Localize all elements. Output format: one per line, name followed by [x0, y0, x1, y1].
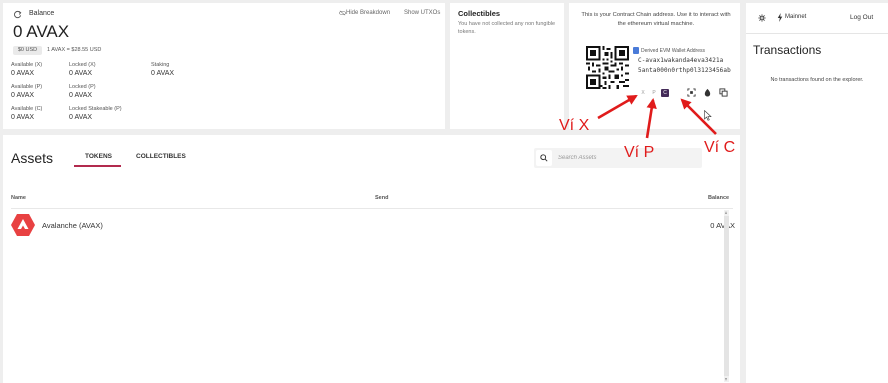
staking-label: Staking	[151, 62, 170, 68]
assets-card: Assets TOKENS COLLECTIBLES Name Send Bal…	[3, 135, 740, 383]
bolt-icon	[777, 13, 783, 22]
show-utxos-button[interactable]: Show UTXOs	[404, 10, 440, 16]
chain-c-button[interactable]: C	[661, 89, 669, 97]
locked-p-label: Locked (P)	[69, 84, 96, 90]
locked-x-value: 0 AVAX	[69, 70, 93, 77]
balance-card: Balance Hide Breakdown Show UTXOs 0 AVAX…	[3, 3, 445, 129]
chain-p-button[interactable]: P	[650, 89, 658, 97]
tab-active-indicator	[74, 165, 121, 167]
scroll-up-arrow[interactable]	[725, 211, 727, 214]
search-icon	[540, 154, 548, 162]
available-c-value: 0 AVAX	[11, 114, 35, 121]
chain-x-button[interactable]: X	[639, 89, 647, 97]
avax-rate: 1 AVAX = $28.55 USD	[47, 47, 102, 53]
search-button[interactable]	[536, 150, 552, 166]
column-name: Name	[11, 195, 26, 201]
locked-stakeable-value: 0 AVAX	[69, 114, 93, 121]
balance-label: Balance	[29, 10, 55, 17]
table-scrollbar[interactable]	[724, 210, 729, 382]
available-c-label: Available (C)	[11, 106, 43, 112]
hide-breakdown-button[interactable]: Hide Breakdown	[346, 10, 390, 16]
ledger-icon[interactable]	[703, 88, 712, 97]
total-balance: 0 AVAX	[13, 22, 70, 41]
address-card: This is your Contract Chain address. Use…	[569, 3, 740, 129]
locked-x-label: Locked (X)	[69, 62, 96, 68]
tab-tokens[interactable]: TOKENS	[85, 153, 112, 160]
table-header-divider	[11, 208, 733, 209]
transactions-empty-text: No transactions found on the explorer.	[770, 77, 864, 83]
sidebar-divider	[746, 33, 888, 34]
mouse-cursor-icon	[704, 110, 712, 121]
table-row[interactable]: Avalanche (AVAX) 0 AVAX	[11, 214, 735, 236]
transactions-title: Transactions	[753, 43, 822, 57]
qr-code	[586, 46, 629, 89]
tab-collectibles[interactable]: COLLECTIBLES	[136, 153, 186, 160]
locked-p-value: 0 AVAX	[69, 92, 93, 99]
annotation-c-wallet: Ví C	[704, 139, 736, 156]
annotation-x-wallet: Ví X	[559, 117, 590, 134]
search-box	[534, 148, 702, 168]
scroll-down-arrow[interactable]	[725, 378, 727, 381]
network-icon[interactable]	[758, 14, 766, 22]
locked-stakeable-label: Locked Stakeable (P)	[69, 106, 122, 112]
staking-value: 0 AVAX	[151, 70, 175, 77]
collectibles-title: Collectibles	[458, 9, 501, 18]
available-x-label: Available (X)	[11, 62, 43, 68]
column-send: Send	[375, 195, 389, 201]
asset-balance: 0 AVAX	[710, 221, 735, 230]
refresh-icon[interactable]	[13, 10, 22, 19]
asset-name: Avalanche (AVAX)	[42, 221, 103, 230]
available-x-value: 0 AVAX	[11, 70, 35, 77]
available-p-value: 0 AVAX	[11, 92, 35, 99]
address-line-2[interactable]: 5anta000n0rthp0l3123456ab	[638, 67, 731, 74]
sidebar: Mainnet Log Out Transactions No transact…	[746, 3, 888, 383]
qr-scan-icon[interactable]	[687, 88, 696, 97]
scroll-thumb[interactable]	[724, 216, 729, 376]
address-note: This is your Contract Chain address. Use…	[581, 12, 731, 27]
evm-address-label: Derived EVM Wallet Address	[641, 48, 706, 54]
collectibles-card: Collectibles You have not collected any …	[450, 3, 564, 129]
avalanche-icon	[11, 214, 35, 236]
usd-balance-badge: $0 USD	[13, 46, 42, 55]
address-line-1[interactable]: C-avax1wakanda4eva3421a	[638, 57, 723, 64]
column-balance: Balance	[708, 195, 730, 201]
copy-icon[interactable]	[719, 88, 728, 97]
annotation-p-wallet: Ví P	[624, 144, 655, 161]
available-p-label: Available (P)	[11, 84, 43, 90]
logout-button[interactable]: Log Out	[850, 14, 873, 21]
evm-icon	[633, 47, 639, 54]
collectibles-empty-text: You have not collected any non fungible …	[458, 21, 556, 35]
eye-off-icon	[339, 10, 346, 16]
assets-title: Assets	[11, 150, 54, 166]
network-label[interactable]: Mainnet	[785, 14, 806, 20]
